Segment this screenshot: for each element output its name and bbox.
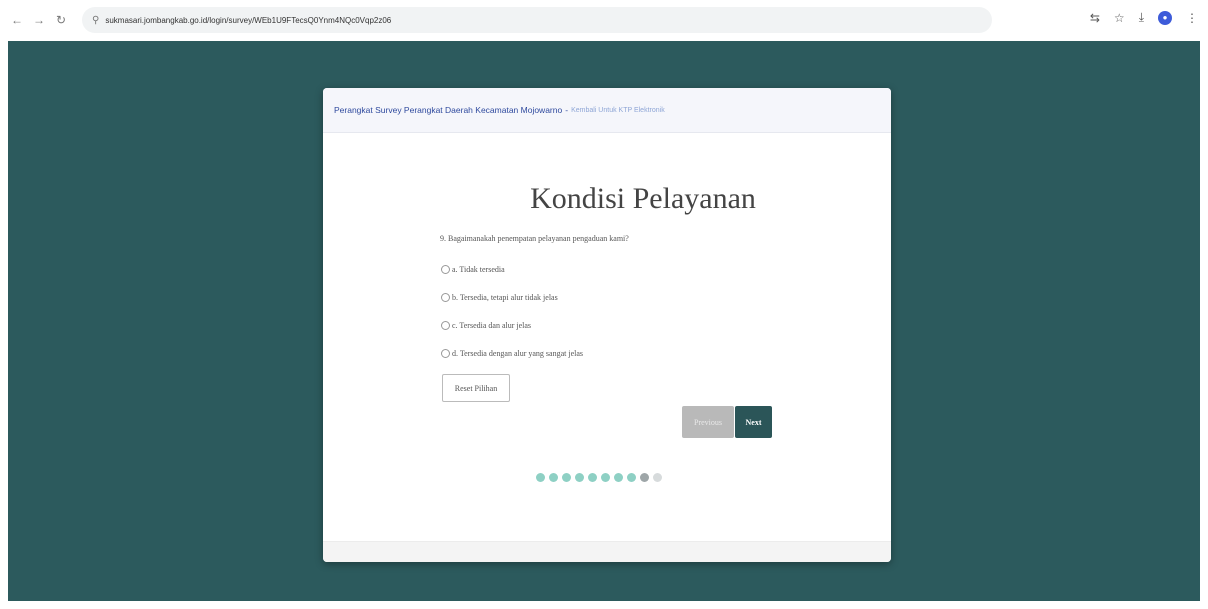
radio-button[interactable]	[441, 321, 450, 330]
progress-step	[562, 473, 571, 482]
previous-button[interactable]: Previous	[682, 406, 734, 438]
radio-button[interactable]	[441, 349, 450, 358]
bookmark-star-icon[interactable]: ☆	[1114, 11, 1125, 25]
reset-choice-button[interactable]: Reset Pilihan	[442, 374, 510, 402]
address-url: sukmasari.jombangkab.go.id/login/survey/…	[105, 15, 392, 25]
address-bar[interactable]: ⚲ sukmasari.jombangkab.go.id/login/surve…	[82, 7, 992, 33]
option-c[interactable]: c. Tersedia dan alur jelas	[441, 321, 531, 330]
option-label: a. Tidak tersedia	[452, 265, 505, 274]
progress-step	[653, 473, 662, 482]
progress-step	[601, 473, 610, 482]
menu-kebab-icon[interactable]: ⋮	[1186, 11, 1198, 25]
download-icon[interactable]: ⤓	[1139, 10, 1144, 25]
option-label: b. Tersedia, tetapi alur tidak jelas	[452, 293, 558, 302]
translate-icon[interactable]: ⇆	[1090, 11, 1100, 25]
browser-actions: ⇆ ☆ ⤓ ● ⋮	[1090, 10, 1198, 25]
option-a[interactable]: a. Tidak tersedia	[441, 265, 505, 274]
survey-header-subtitle: Kembali Untuk KTP Elektronik	[571, 106, 665, 114]
radio-button[interactable]	[441, 293, 450, 302]
option-label: d. Tersedia dengan alur yang sangat jela…	[452, 349, 584, 358]
option-label: c. Tersedia dan alur jelas	[452, 321, 532, 330]
progress-step	[588, 473, 597, 482]
header-separator: -	[565, 105, 569, 115]
forward-arrow-icon[interactable]: →	[30, 11, 48, 29]
option-b[interactable]: b. Tersedia, tetapi alur tidak jelas	[441, 293, 558, 302]
progress-step	[640, 473, 649, 482]
survey-card: Perangkat Survey Perangkat Daerah Kecama…	[323, 88, 891, 562]
site-info-icon[interactable]: ⚲	[92, 15, 99, 26]
radio-button[interactable]	[441, 265, 450, 274]
page-background: Perangkat Survey Perangkat Daerah Kecama…	[8, 41, 1200, 601]
progress-step	[627, 473, 636, 482]
survey-header: Perangkat Survey Perangkat Daerah Kecama…	[323, 88, 891, 133]
progress-step	[536, 473, 545, 482]
card-footer	[323, 541, 891, 562]
progress-step	[549, 473, 558, 482]
browser-toolbar: ← → ↻ ⚲ sukmasari.jombangkab.go.id/login…	[0, 0, 1208, 40]
progress-step	[575, 473, 584, 482]
profile-avatar[interactable]: ●	[1158, 10, 1172, 25]
next-button[interactable]: Next	[735, 406, 772, 438]
section-title: Kondisi Pelayanan	[530, 182, 756, 215]
progress-steps	[536, 473, 662, 482]
back-arrow-icon[interactable]: ←	[8, 11, 26, 29]
question-text: 9. Bagaimanakah penempatan pelayanan pen…	[440, 234, 629, 243]
option-d[interactable]: d. Tersedia dengan alur yang sangat jela…	[441, 349, 583, 358]
survey-header-title: Perangkat Survey Perangkat Daerah Kecama…	[334, 105, 563, 115]
progress-step	[614, 473, 623, 482]
reload-icon[interactable]: ↻	[52, 11, 70, 29]
